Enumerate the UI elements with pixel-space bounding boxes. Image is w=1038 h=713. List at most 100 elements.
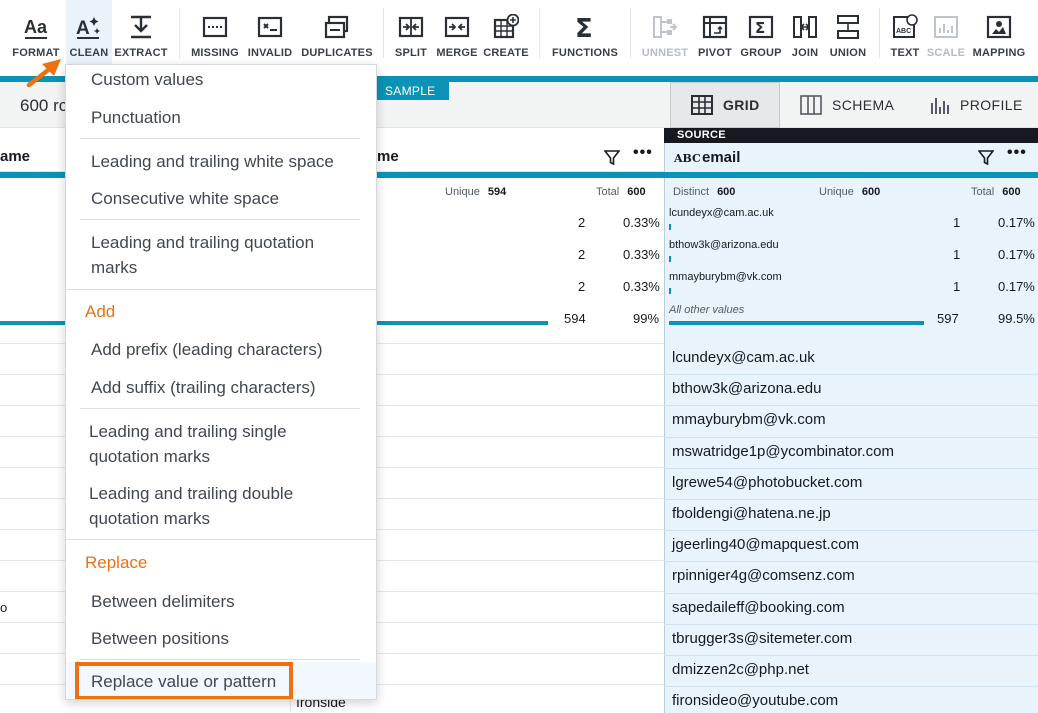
top-value-label[interactable]: bthow3k@arizona.edu (669, 239, 779, 251)
menu-item-punctuation[interactable]: Punctuation (91, 105, 181, 130)
table-cell[interactable]: sapedaileff@booking.com (672, 599, 845, 616)
value-percent: 0.17% (998, 247, 1035, 262)
value-bar (669, 321, 924, 325)
clean-dropdown-menu: Custom values Punctuation Leading and tr… (65, 64, 377, 700)
toolbar-divider (383, 8, 384, 58)
clean-button[interactable]: A CLEAN (66, 0, 112, 68)
table-cell[interactable]: mmayburybm@vk.com (672, 411, 826, 428)
split-button[interactable]: SPLIT (390, 0, 432, 68)
text-icon: ABC (893, 14, 918, 38)
tab-grid[interactable]: GRID (670, 82, 780, 128)
union-icon (837, 15, 859, 39)
value-count: 2 (578, 247, 586, 262)
table-cell[interactable]: fironsideo@youtube.com (672, 692, 838, 709)
table-cell[interactable]: jgeerling40@mapquest.com (672, 536, 859, 553)
menu-item-consecutive-white-space[interactable]: Consecutive white space (91, 186, 279, 211)
pivot-button[interactable]: PIVOT (694, 0, 736, 68)
group-button[interactable]: Σ GROUP (738, 0, 784, 68)
table-cell[interactable]: tbrugger3s@sitemeter.com (672, 630, 852, 647)
duplicates-button[interactable]: DUPLICATES (300, 0, 374, 68)
column-name: email (702, 149, 741, 166)
group-icon: Σ (748, 15, 774, 39)
menu-divider (80, 408, 360, 409)
value-count: 2 (578, 215, 586, 230)
merge-icon (444, 16, 470, 38)
union-button[interactable]: UNION (826, 0, 870, 68)
extract-button[interactable]: EXTRACT (112, 0, 170, 68)
value-bar (669, 288, 671, 294)
row-divider (664, 374, 1038, 376)
more-options-icon[interactable]: ••• (1007, 144, 1027, 162)
tab-schema[interactable]: SCHEMA (800, 82, 910, 128)
table-cell[interactable]: bthow3k@arizona.edu (672, 380, 822, 397)
invalid-icon (257, 16, 283, 38)
row-divider (664, 436, 1038, 438)
table-cell[interactable]: mswatridge1p@ycombinator.com (672, 443, 894, 460)
distinct-stat: Distinct 600 (673, 186, 736, 198)
table-cell[interactable]: rpinniger4g@comsenz.com (672, 567, 855, 584)
more-options-icon[interactable]: ••• (633, 144, 653, 162)
top-value-label[interactable]: All other values (669, 304, 744, 316)
column-quality-bar (664, 172, 1038, 178)
svg-text:Aa: Aa (24, 17, 48, 37)
missing-button[interactable]: MISSING (186, 0, 244, 68)
row-divider (664, 530, 1038, 532)
menu-item-between-positions[interactable]: Between positions (91, 626, 229, 651)
row-divider (664, 499, 1038, 500)
table-cell[interactable]: lgrewe54@photobucket.com (672, 474, 862, 491)
menu-item-between-delimiters[interactable]: Between delimiters (91, 589, 235, 614)
value-count: 2 (578, 279, 586, 294)
tab-profile[interactable]: PROFILE (930, 82, 1038, 128)
value-count: 1 (953, 279, 961, 294)
menu-item-add-prefix[interactable]: Add prefix (leading characters) (91, 337, 323, 362)
menu-item-add-suffix[interactable]: Add suffix (trailing characters) (91, 375, 316, 400)
menu-item-custom-values[interactable]: Custom values (91, 67, 203, 92)
column-header-email[interactable]: ABC email ••• (664, 143, 1038, 172)
column-distribution-bar (377, 321, 548, 325)
format-icon: Aa (24, 17, 48, 39)
value-bar (669, 224, 671, 230)
menu-divider (80, 659, 360, 660)
join-button[interactable]: JOIN (786, 0, 824, 68)
total-stat: Total 600 (971, 186, 1021, 198)
value-percent: 0.33% (623, 247, 660, 262)
unique-stat: Unique 594 (445, 186, 507, 198)
menu-item-leading-trailing-white-space[interactable]: Leading and trailing white space (91, 149, 334, 174)
value-count: 1 (953, 215, 961, 230)
mapping-button[interactable]: MAPPING (968, 0, 1030, 68)
value-bar (669, 256, 671, 262)
menu-divider (80, 138, 360, 139)
row-divider (664, 655, 1038, 656)
create-icon (493, 14, 519, 39)
top-value-label[interactable]: lcundeyx@cam.ac.uk (669, 207, 774, 219)
unnest-icon (653, 16, 678, 38)
clean-icon: A (76, 17, 100, 39)
table-cell[interactable]: lcundeyx@cam.ac.uk (672, 349, 815, 366)
table-cell[interactable]: fboldengi@hatena.ne.jp (672, 505, 831, 522)
unnest-button[interactable]: UNNEST (638, 0, 692, 68)
table-cell[interactable]: dmizzen2c@php.net (672, 661, 809, 678)
scale-icon (934, 16, 958, 38)
filter-icon[interactable] (978, 150, 994, 166)
text-button[interactable]: ABC TEXT (886, 0, 924, 68)
missing-icon (202, 16, 228, 38)
duplicates-icon (324, 15, 349, 39)
string-type-icon: ABC (674, 152, 701, 165)
toolbar-divider (179, 8, 180, 58)
top-value-label[interactable]: mmayburybm@vk.com (669, 271, 782, 283)
table-cell[interactable]: o (0, 600, 7, 615)
value-percent: 0.33% (623, 215, 660, 230)
row-divider (664, 405, 1038, 407)
svg-text:ABC: ABC (896, 28, 911, 35)
create-button[interactable]: CREATE (482, 0, 530, 68)
toolbar-divider (879, 8, 880, 58)
filter-icon[interactable] (604, 150, 620, 166)
menu-section-replace: Replace (85, 553, 148, 572)
invalid-button[interactable]: INVALID (244, 0, 296, 68)
menu-section-add: Add (85, 302, 116, 321)
pointer-arrow-icon (26, 59, 61, 88)
functions-button[interactable]: Σ FUNCTIONS (548, 0, 622, 68)
merge-button[interactable]: MERGE (434, 0, 480, 68)
menu-divider (80, 219, 360, 220)
scale-button[interactable]: SCALE (926, 0, 966, 68)
